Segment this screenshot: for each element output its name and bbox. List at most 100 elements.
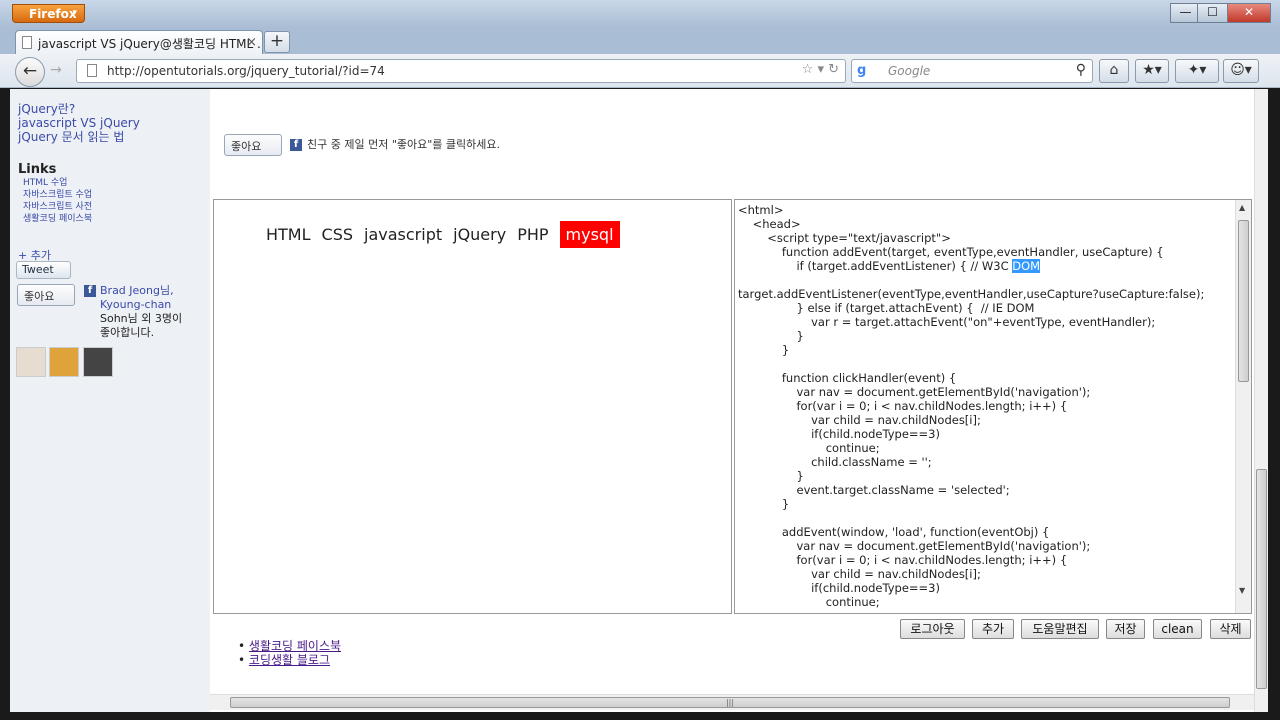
logout-button[interactable]: 로그아웃 <box>900 619 965 639</box>
code-line[interactable]: var r = target.attachEvent("on"+eventTyp… <box>738 315 1204 329</box>
facebook-icon: f <box>84 285 96 297</box>
code-line[interactable]: addEvent(window, 'load', function(eventO… <box>738 525 1204 539</box>
facebook-icon: f <box>290 139 302 151</box>
code-line[interactable]: if(child.nodeType==3) <box>738 581 1204 595</box>
code-line[interactable]: for(var i = 0; i < nav.childNodes.length… <box>738 399 1204 413</box>
code-line[interactable]: } <box>738 329 1204 343</box>
code-line[interactable]: } else if (target.attachEvent) { // IE D… <box>738 301 1204 315</box>
avatar[interactable] <box>49 347 79 377</box>
tab-active[interactable]: javascript VS jQuery@생활코딩 HTML ... × <box>15 30 263 54</box>
code-line[interactable]: if (target.addEventListener) { // W3C DO… <box>738 259 1204 273</box>
nav-item[interactable]: jQuery <box>453 225 506 244</box>
url-text: http://opentutorials.org/jquery_tutorial… <box>107 64 385 78</box>
fb-friends-likes: Brad Jeong님, Kyoung-chan Sohn님 외 3명이 좋아합… <box>100 284 182 340</box>
code-line[interactable]: event.target.className = 'selected'; <box>738 483 1204 497</box>
fb-friends-line: Sohn님 외 3명이 <box>100 312 183 325</box>
url-bar[interactable]: http://opentutorials.org/jquery_tutorial… <box>76 59 846 83</box>
code-line[interactable]: } <box>738 469 1204 483</box>
code-line[interactable]: function clickHandler(event) { <box>738 371 1204 385</box>
close-window-button[interactable]: ✕ <box>1227 3 1271 23</box>
like-prompt: 친구 중 제일 먼저 "좋아요"를 클릭하세요. <box>307 138 501 151</box>
tweet-button[interactable]: Tweet <box>16 261 71 279</box>
fb-friends-line[interactable]: Kyoung-chan <box>100 298 182 312</box>
firefox-menu-button[interactable]: Firefox ▾ <box>12 4 85 23</box>
nav-item-selected[interactable]: mysql <box>559 221 620 248</box>
clean-button[interactable]: clean <box>1153 619 1202 639</box>
back-button[interactable]: ← <box>15 57 45 87</box>
footer-link-facebook[interactable]: 생활코딩 페이스북 <box>249 639 341 653</box>
code-line[interactable]: var nav = document.getElementById('navig… <box>738 539 1204 553</box>
home-button[interactable]: ⌂ <box>1099 59 1129 83</box>
nav-item[interactable]: javascript <box>364 225 442 244</box>
scroll-up-icon[interactable]: ▲ <box>1239 203 1245 212</box>
page-scrollbar[interactable] <box>1254 89 1268 712</box>
bookmark-star-icon[interactable]: ☆ ▾ ↻ <box>802 62 839 77</box>
forward-button[interactable]: → <box>44 62 68 82</box>
add-button[interactable]: 추가 <box>972 619 1014 639</box>
greasemonkey-button[interactable]: ☺▾ <box>1223 59 1259 83</box>
browser-window: Firefox ▾ — ☐ ✕ javascript VS jQuery@생활코… <box>0 0 1280 720</box>
code-line[interactable]: <script type="text/javascript"> <box>738 231 1204 245</box>
code-line[interactable] <box>738 273 1204 287</box>
nav-item[interactable]: HTML <box>266 225 311 244</box>
scrollbar-thumb[interactable] <box>1238 220 1249 382</box>
sidebar-link-reading-docs[interactable]: jQuery 문서 읽는 법 <box>18 130 210 144</box>
sidebar-link-js-class[interactable]: 자바스크립트 수업 <box>18 189 210 201</box>
nav-item[interactable]: CSS <box>322 225 353 244</box>
sidebar-like-button[interactable]: 좋아요 <box>17 284 75 306</box>
new-tab-button[interactable]: + <box>264 31 290 53</box>
code-line[interactable] <box>738 357 1204 371</box>
page-icon <box>22 36 32 49</box>
footer-link-blog[interactable]: 코딩생활 블로그 <box>249 653 330 667</box>
maximize-button[interactable]: ☐ <box>1197 3 1228 23</box>
code-line[interactable]: } <box>738 343 1204 357</box>
code-line[interactable]: <html> <box>738 203 1204 217</box>
scrollbar-thumb[interactable] <box>1256 469 1267 689</box>
code-line[interactable]: var child = nav.childNodes[i]; <box>738 413 1204 427</box>
code-text[interactable]: <html> <head> <script type="text/javascr… <box>738 203 1204 609</box>
sidebar-link-facebook[interactable]: 생활코딩 페이스북 <box>18 213 210 225</box>
editor-scrollbar[interactable]: ▲ ▼ <box>1235 200 1251 613</box>
code-line[interactable]: continue; <box>738 595 1204 609</box>
avatar[interactable] <box>83 347 113 377</box>
code-line[interactable]: } <box>738 497 1204 511</box>
save-button[interactable]: 저장 <box>1106 619 1145 639</box>
code-line[interactable]: <head> <box>738 217 1204 231</box>
code-line[interactable]: var child = nav.childNodes[i]; <box>738 567 1204 581</box>
code-line[interactable]: if(child.nodeType==3) <box>738 427 1204 441</box>
scroll-down-icon[interactable]: ▼ <box>1239 586 1245 595</box>
code-line[interactable] <box>738 511 1204 525</box>
navigation-menu: HTML CSS javascript jQuery PHP mysql <box>266 221 631 248</box>
code-line[interactable]: target.addEventListener(eventType,eventH… <box>738 287 1204 301</box>
code-line[interactable]: function addEvent(target, eventType,even… <box>738 245 1204 259</box>
horizontal-scrollbar[interactable]: ||| <box>210 694 1254 710</box>
sidebar-link-html[interactable]: HTML 수업 <box>18 177 210 189</box>
code-line[interactable]: child.className = ''; <box>738 455 1204 469</box>
like-label: 좋아요 <box>231 140 262 153</box>
selected-text[interactable]: DOM <box>1012 259 1041 273</box>
fb-friends-line[interactable]: Brad Jeong님, <box>100 284 182 298</box>
title-bar: Firefox ▾ — ☐ ✕ <box>0 0 1280 28</box>
delete-button[interactable]: 삭제 <box>1210 619 1251 639</box>
tab-bar: javascript VS jQuery@생활코딩 HTML ... × + <box>0 28 1280 54</box>
code-line[interactable]: var nav = document.getElementById('navig… <box>738 385 1204 399</box>
google-icon[interactable]: g <box>857 63 866 78</box>
sidebar-link-jquery-intro[interactable]: jQuery란? <box>18 102 210 116</box>
search-icon[interactable]: ⚲ <box>1076 62 1086 78</box>
sidebar: jQuery란? javascript VS jQuery jQuery 문서 … <box>10 89 210 712</box>
tab-close-icon[interactable]: × <box>246 35 257 50</box>
scrollbar-thumb[interactable]: ||| <box>230 697 1230 708</box>
bookmarks-button[interactable]: ★▾ <box>1135 59 1169 83</box>
nav-item[interactable]: PHP <box>517 225 548 244</box>
avatar[interactable] <box>16 347 46 377</box>
search-input[interactable]: g Google ⚲ <box>851 59 1093 83</box>
addon-button[interactable]: ✦▾ <box>1175 59 1219 83</box>
code-editor[interactable]: <html> <head> <script type="text/javascr… <box>734 199 1252 614</box>
search-placeholder: Google <box>888 64 931 78</box>
sidebar-link-js-vs-jquery[interactable]: javascript VS jQuery <box>18 116 210 130</box>
edit-help-button[interactable]: 도움말편집 <box>1021 619 1099 639</box>
like-button[interactable]: 좋아요 <box>224 134 282 156</box>
sidebar-link-js-dictionary[interactable]: 자바스크립트 사전 <box>18 201 210 213</box>
code-line[interactable]: continue; <box>738 441 1204 455</box>
code-line[interactable]: for(var i = 0; i < nav.childNodes.length… <box>738 553 1204 567</box>
